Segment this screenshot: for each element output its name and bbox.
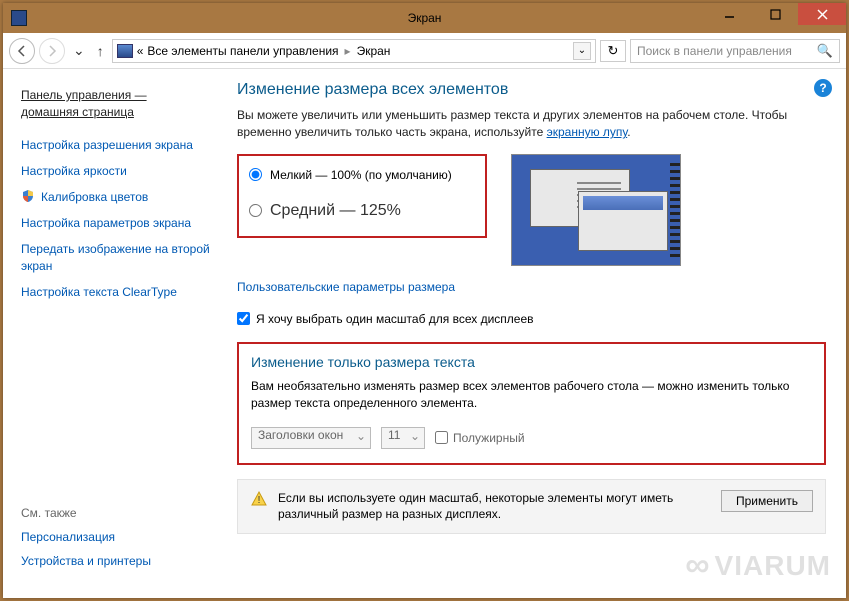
up-button[interactable]: ↑ bbox=[93, 43, 108, 59]
text-size-controls: Заголовки окон 11 Полужирный bbox=[251, 427, 812, 449]
font-size-select[interactable]: 11 bbox=[381, 427, 425, 449]
warning-icon: ! bbox=[250, 490, 268, 508]
element-select[interactable]: Заголовки окон bbox=[251, 427, 371, 449]
content-body: ? Панель управления — домашняя страница … bbox=[3, 69, 846, 598]
sidebar-link-params[interactable]: Настройка параметров экрана bbox=[21, 215, 215, 231]
footer-bar: ! Если вы используете один масштаб, неко… bbox=[237, 479, 826, 535]
control-panel-home-link[interactable]: Панель управления — домашняя страница bbox=[21, 87, 215, 121]
magnifier-link[interactable]: экранную лупу bbox=[547, 125, 628, 139]
search-icon[interactable]: 🔍 bbox=[817, 43, 833, 59]
breadcrumb-all-items[interactable]: Все элементы панели управления bbox=[147, 44, 338, 58]
preview-window-2 bbox=[578, 191, 668, 251]
see-also-label: См. также bbox=[21, 506, 215, 520]
sidebar: Панель управления — домашняя страница На… bbox=[3, 69, 223, 598]
window-title: Экран bbox=[408, 11, 442, 25]
main-panel: Изменение размера всех элементов Вы може… bbox=[223, 69, 846, 598]
sidebar-link-project[interactable]: Передать изображение на второй экран bbox=[21, 241, 215, 273]
address-bar[interactable]: « Все элементы панели управления ▸ Экран… bbox=[112, 39, 596, 63]
apply-button[interactable]: Применить bbox=[721, 490, 813, 512]
back-button[interactable] bbox=[9, 38, 35, 64]
maximize-button[interactable] bbox=[752, 3, 798, 25]
refresh-button[interactable]: ↻ bbox=[600, 40, 626, 62]
watermark: ∞ VIARUM bbox=[685, 546, 831, 585]
see-also-section: См. также Персонализация Устройства и пр… bbox=[21, 506, 215, 578]
sidebar-link-resolution[interactable]: Настройка разрешения экрана bbox=[21, 137, 215, 153]
breadcrumb-display[interactable]: Экран bbox=[357, 44, 391, 58]
minimize-button[interactable] bbox=[706, 3, 752, 25]
radio-medium[interactable]: Средний — 125% bbox=[249, 202, 475, 220]
text-size-section: Изменение только размера текста Вам необ… bbox=[237, 342, 826, 465]
link-personalization[interactable]: Персонализация bbox=[21, 530, 215, 544]
chevron-right-icon: ▸ bbox=[345, 44, 351, 58]
page-heading: Изменение размера всех элементов bbox=[237, 81, 826, 99]
bold-checkbox[interactable] bbox=[435, 431, 448, 444]
window-icon bbox=[11, 10, 27, 26]
svg-text:!: ! bbox=[258, 495, 261, 506]
radio-medium-input[interactable] bbox=[249, 204, 262, 217]
close-button[interactable] bbox=[798, 3, 846, 25]
text-size-heading: Изменение только размера текста bbox=[251, 354, 812, 370]
sidebar-link-brightness[interactable]: Настройка яркости bbox=[21, 163, 215, 179]
search-input[interactable]: Поиск в панели управления 🔍 bbox=[630, 39, 840, 63]
help-icon[interactable]: ? bbox=[814, 79, 832, 97]
preview-filmstrip bbox=[670, 163, 680, 257]
toolbar: ⌄ ↑ « Все элементы панели управления ▸ Э… bbox=[3, 33, 846, 69]
titlebar: Экран bbox=[3, 3, 846, 33]
page-description: Вы можете увеличить или уменьшить размер… bbox=[237, 107, 826, 142]
location-icon bbox=[117, 44, 133, 58]
text-size-desc: Вам необязательно изменять размер всех э… bbox=[251, 378, 812, 413]
sidebar-links: Настройка разрешения экрана Настройка яр… bbox=[21, 137, 215, 310]
custom-size-link[interactable]: Пользовательские параметры размера bbox=[237, 280, 455, 294]
one-scale-checkbox[interactable] bbox=[237, 312, 250, 325]
sidebar-link-cleartype[interactable]: Настройка текста ClearType bbox=[21, 284, 215, 300]
window-controls bbox=[706, 3, 846, 25]
bold-checkbox-row[interactable]: Полужирный bbox=[435, 431, 525, 445]
link-devices-printers[interactable]: Устройства и принтеры bbox=[21, 554, 215, 568]
warning-text: Если вы используете один масштаб, некото… bbox=[278, 490, 711, 524]
one-scale-checkbox-row[interactable]: Я хочу выбрать один масштаб для всех дис… bbox=[237, 312, 826, 326]
scale-options-row: Мелкий — 100% (по умолчанию) Средний — 1… bbox=[237, 154, 826, 266]
scale-radio-group: Мелкий — 100% (по умолчанию) Средний — 1… bbox=[237, 154, 487, 238]
history-dropdown-icon[interactable]: ⌄ bbox=[69, 42, 89, 59]
radio-small[interactable]: Мелкий — 100% (по умолчанию) bbox=[249, 168, 475, 182]
control-panel-window: Экран ⌄ ↑ « Все элементы панели управлен… bbox=[3, 3, 846, 598]
address-dropdown-icon[interactable]: ⌄ bbox=[573, 42, 591, 60]
shield-icon bbox=[21, 189, 35, 203]
radio-small-input[interactable] bbox=[249, 168, 262, 181]
sidebar-link-calibration[interactable]: Калибровка цветов bbox=[21, 189, 215, 205]
breadcrumb-prefix[interactable]: « bbox=[137, 44, 144, 58]
watermark-logo-icon: ∞ bbox=[685, 546, 710, 585]
display-preview bbox=[511, 154, 681, 266]
search-placeholder: Поиск в панели управления bbox=[637, 44, 792, 58]
forward-button[interactable] bbox=[39, 38, 65, 64]
